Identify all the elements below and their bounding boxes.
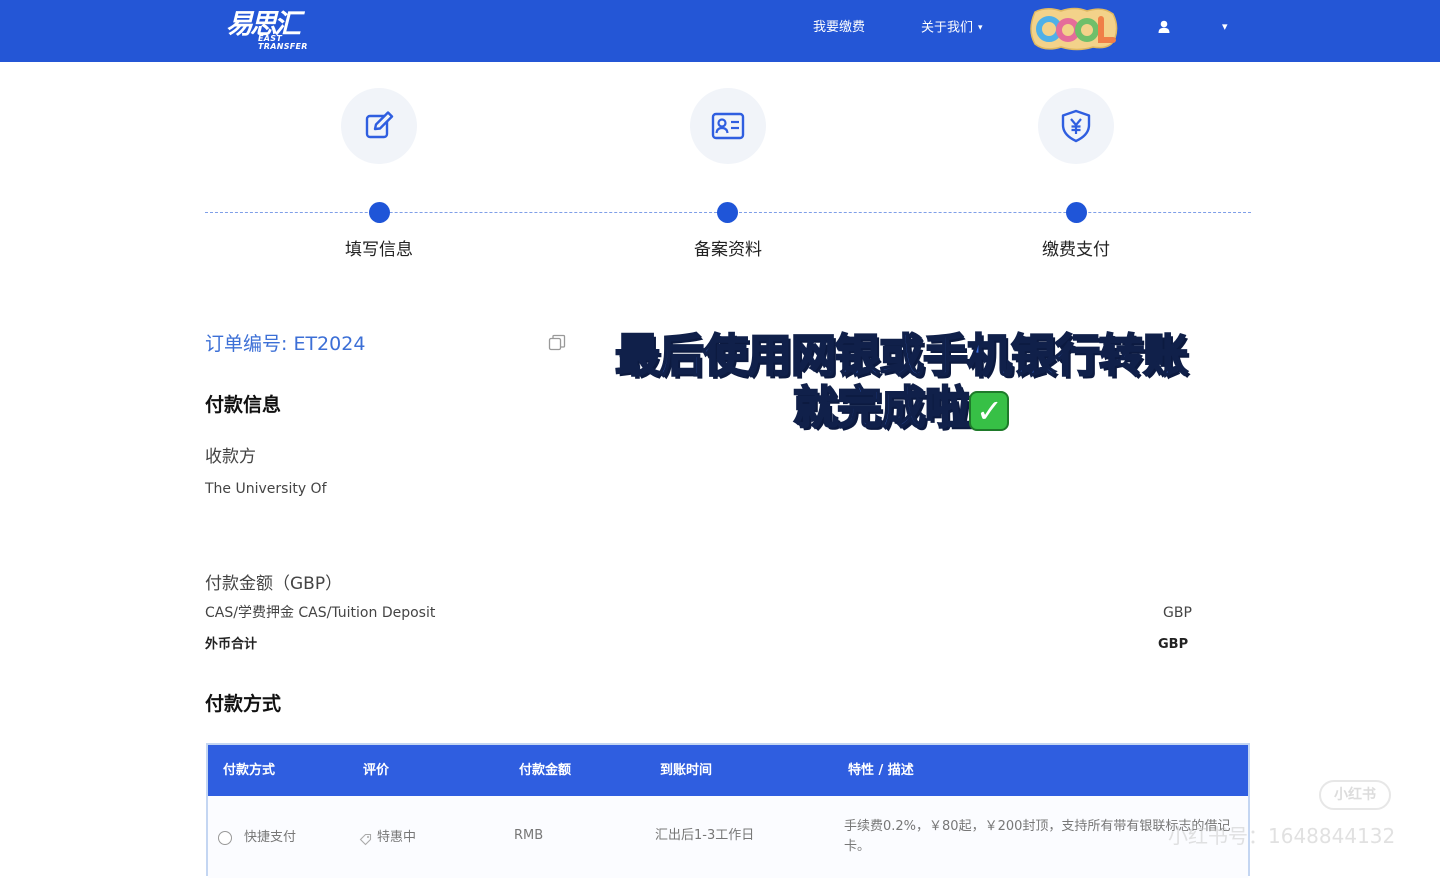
user-icon[interactable]	[1156, 19, 1172, 35]
order-number: 订单编号: ET2024	[205, 333, 366, 355]
total-label: 外币合计	[205, 637, 258, 652]
copy-icon[interactable]	[548, 334, 566, 352]
discount-tag-icon	[359, 833, 372, 846]
edit-icon	[365, 111, 394, 139]
top-navigation-bar: 易思汇 EAST TRANSFER 我要缴费 关于我们 ▾ ▾	[0, 0, 1440, 62]
cell-method: 快捷支付	[244, 830, 297, 845]
overlay-line-2-text: 就完成啦	[792, 381, 971, 435]
nav-about-us-label: 关于我们	[921, 20, 974, 36]
col-header-rating: 评价	[363, 763, 390, 778]
col-header-arrival: 到账时间	[660, 763, 713, 778]
nav-pay-fees[interactable]: 我要缴费	[813, 18, 865, 38]
yuan-shield-icon	[1061, 109, 1091, 143]
payment-info-heading: 付款信息	[205, 394, 282, 416]
step-1-label: 填写信息	[345, 240, 413, 260]
payment-method-radio[interactable]	[218, 831, 232, 845]
step-3-dot	[1066, 202, 1087, 223]
cool-sticker	[1030, 7, 1118, 51]
cell-arrival: 汇出后1-3工作日	[655, 828, 755, 843]
fee-item-currency: GBP	[1163, 605, 1192, 621]
table-header-row: 付款方式 评价 付款金额 到账时间 特性 / 描述	[208, 745, 1248, 796]
step-2-label: 备案资料	[694, 240, 762, 260]
amount-label: 付款金额（GBP）	[205, 574, 343, 594]
watermark-id: 小红书号：1648844132	[1168, 824, 1396, 848]
check-mark-icon: ✓	[969, 391, 1009, 431]
step-2-dot	[717, 202, 738, 223]
id-card-icon	[711, 112, 745, 140]
overlay-line-1: 最后使用网银或手机银行转账	[614, 329, 1189, 383]
payment-method-heading: 付款方式	[205, 693, 282, 715]
nav-about-us[interactable]: 关于我们 ▾	[921, 18, 983, 39]
table-row[interactable]: 快捷支付 特惠中 RMB 汇出后1-3工作日 手续费0.2%，￥80起，￥200…	[208, 796, 1248, 878]
step-2-icon-circle	[690, 88, 766, 164]
logo-english-text: EAST TRANSFER	[258, 34, 308, 51]
col-header-description: 特性 / 描述	[848, 763, 914, 778]
overlay-caption: 最后使用网银或手机银行转账 就完成啦 ✓	[596, 329, 1206, 435]
chevron-down-icon: ▾	[978, 23, 983, 33]
step-1-icon-circle	[341, 88, 417, 164]
watermark-logo: 小红书	[1319, 780, 1391, 810]
fee-item-label: CAS/学费押金 CAS/Tuition Deposit	[205, 605, 436, 621]
step-3-icon-circle	[1038, 88, 1114, 164]
payee-label: 收款方	[205, 447, 256, 467]
brand-logo[interactable]: 易思汇 EAST TRANSFER	[226, 8, 316, 52]
nav-pay-fees-label: 我要缴费	[813, 20, 866, 35]
overlay-line-2: 就完成啦 ✓	[596, 381, 1206, 435]
user-menu-chevron-icon[interactable]: ▾	[1222, 20, 1228, 33]
step-1-dot	[369, 202, 390, 223]
total-currency: GBP	[1158, 637, 1189, 652]
cell-amount: RMB	[514, 828, 544, 843]
cell-rating: 特惠中	[377, 830, 417, 845]
payment-method-table: 付款方式 评价 付款金额 到账时间 特性 / 描述 快捷支付 特惠中 RMB 汇…	[206, 743, 1250, 878]
col-header-amount: 付款金额	[519, 763, 572, 778]
step-3-label: 缴费支付	[1042, 240, 1110, 260]
payee-value: The University Of	[205, 481, 327, 497]
col-header-method: 付款方式	[223, 763, 276, 778]
